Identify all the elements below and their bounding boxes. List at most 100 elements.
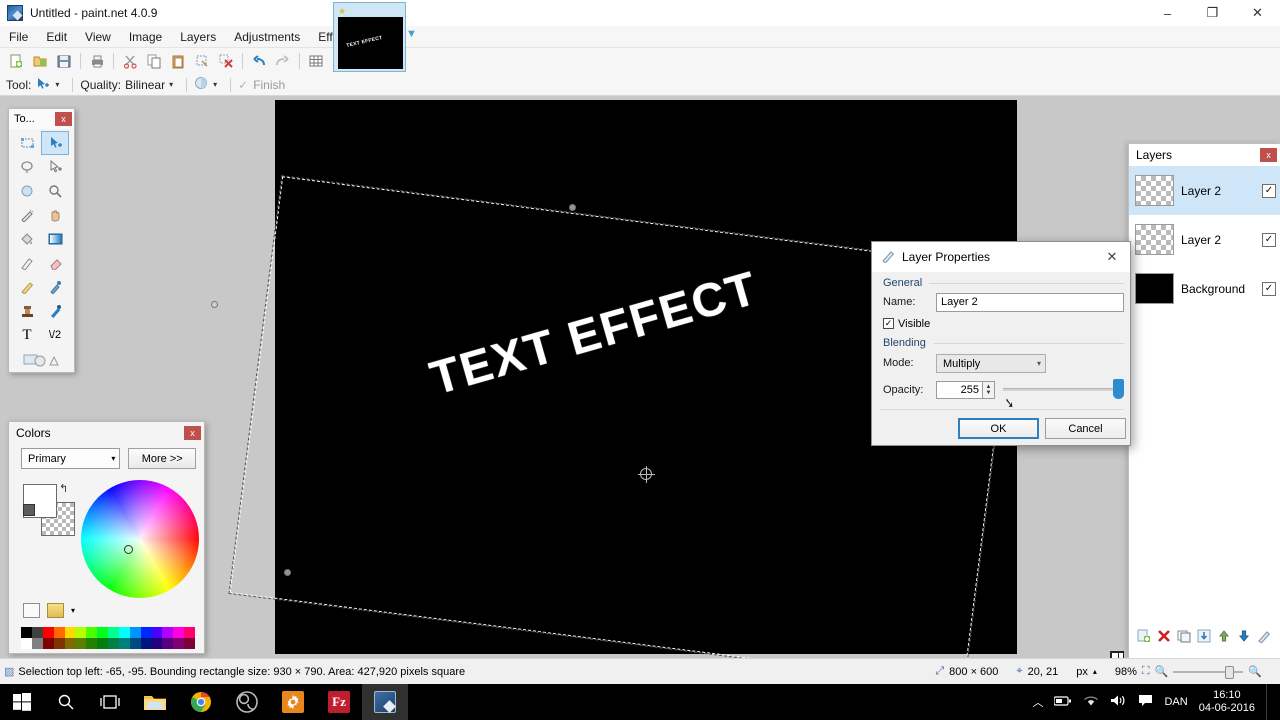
show-desktop-button[interactable] xyxy=(1266,684,1272,720)
visible-checkbox[interactable]: ✓ xyxy=(883,318,894,329)
image-tab[interactable]: ★ TEXT EFFECT xyxy=(333,2,406,72)
palette-swatch[interactable] xyxy=(184,627,195,638)
palette-swatch[interactable] xyxy=(97,638,108,649)
palette-swatch[interactable] xyxy=(140,638,152,649)
undo-icon[interactable] xyxy=(247,50,271,72)
palette-swatch[interactable] xyxy=(129,638,141,649)
zoom-slider-thumb[interactable] xyxy=(1225,665,1235,679)
palette-swatch[interactable] xyxy=(64,627,76,638)
save-icon[interactable] xyxy=(52,50,76,72)
rectangle-select-tool[interactable] xyxy=(13,131,41,155)
visible-label[interactable]: Visible xyxy=(898,318,930,330)
palette-swatch[interactable] xyxy=(86,638,98,649)
pan-tool[interactable] xyxy=(41,203,69,227)
minimize-button[interactable]: – xyxy=(1145,0,1190,26)
move-selected-pixels-tool[interactable] xyxy=(41,131,69,155)
paintnet-taskbar-icon[interactable] xyxy=(362,684,408,720)
line-curve-tool[interactable]: \/2 xyxy=(41,323,69,347)
lasso-select-tool[interactable] xyxy=(13,155,41,179)
menu-edit[interactable]: Edit xyxy=(37,27,76,47)
selection-handle-left[interactable] xyxy=(211,301,218,308)
copy-icon[interactable] xyxy=(142,50,166,72)
palette-swatch[interactable] xyxy=(53,638,65,649)
opacity-slider-thumb[interactable] xyxy=(1113,379,1124,399)
open-palette-icon[interactable] xyxy=(47,603,64,618)
menu-image[interactable]: Image xyxy=(120,27,171,47)
swap-colors-icon[interactable]: ↰ xyxy=(59,482,68,495)
layer-row[interactable]: Layer 2 ✓ xyxy=(1129,166,1280,215)
action-center-icon[interactable] xyxy=(1138,694,1153,710)
palette-swatch[interactable] xyxy=(108,638,119,649)
layer-properties-icon[interactable] xyxy=(1255,628,1272,645)
clone-stamp-tool[interactable] xyxy=(13,299,41,323)
color-wheel-cursor[interactable] xyxy=(124,545,133,554)
crop-to-selection-icon[interactable] xyxy=(190,50,214,72)
recolor-tool[interactable] xyxy=(41,299,69,323)
menu-adjustments[interactable]: Adjustments xyxy=(225,27,309,47)
layer-row[interactable]: Background ✓ xyxy=(1129,264,1280,313)
cut-icon[interactable] xyxy=(118,50,142,72)
tool-dropdown-caret[interactable]: ▾ xyxy=(55,80,59,89)
gradient-tool[interactable] xyxy=(41,227,69,251)
search-icon[interactable] xyxy=(44,684,88,720)
fit-to-window-icon[interactable]: ⛶ xyxy=(1142,665,1150,678)
windows-start-icon[interactable] xyxy=(0,684,44,720)
paint-bucket-tool[interactable] xyxy=(13,227,41,251)
ellipse-select-tool[interactable] xyxy=(13,179,41,203)
redo-icon[interactable] xyxy=(271,50,295,72)
opacity-stepper[interactable]: ▲ ▼ xyxy=(983,381,995,399)
blend-dropdown-caret[interactable]: ▾ xyxy=(213,80,217,89)
move-layer-up-icon[interactable] xyxy=(1215,628,1232,645)
color-picker-tool[interactable] xyxy=(41,275,69,299)
palette-swatch[interactable] xyxy=(162,638,174,649)
reset-colors-icon[interactable] xyxy=(23,504,35,516)
palette-swatch[interactable] xyxy=(21,627,32,638)
add-new-layer-icon[interactable] xyxy=(1135,628,1152,645)
palette-swatch[interactable] xyxy=(75,638,87,649)
tools-panel-close-button[interactable]: x xyxy=(55,112,72,126)
move-selection-tool[interactable] xyxy=(41,155,69,179)
paintbrush-tool[interactable] xyxy=(13,251,41,275)
palette-swatch[interactable] xyxy=(151,627,163,638)
duplicate-layer-icon[interactable] xyxy=(1175,628,1192,645)
menu-layers[interactable]: Layers xyxy=(171,27,225,47)
palette-swatch[interactable] xyxy=(173,627,185,638)
quality-dropdown-caret[interactable]: ▾ xyxy=(169,80,173,89)
chevron-down-icon[interactable]: ▾ xyxy=(71,606,75,615)
cancel-button[interactable]: Cancel xyxy=(1045,418,1126,439)
palette-swatch[interactable] xyxy=(118,627,130,638)
color-target-select[interactable]: Primary ▾ xyxy=(21,448,121,469)
palette-swatch[interactable] xyxy=(53,627,65,638)
zoom-tool[interactable] xyxy=(41,179,69,203)
new-icon[interactable] xyxy=(4,50,28,72)
close-button[interactable]: ✕ xyxy=(1235,0,1280,26)
palette-swatch[interactable] xyxy=(42,638,54,649)
paste-icon[interactable] xyxy=(166,50,190,72)
layer-name-input[interactable]: Layer 2 xyxy=(936,293,1124,312)
palette-swatch[interactable] xyxy=(184,638,195,649)
magic-wand-tool[interactable] xyxy=(13,203,41,227)
palette-swatch[interactable] xyxy=(173,638,185,649)
move-layer-down-icon[interactable] xyxy=(1235,628,1252,645)
open-icon[interactable] xyxy=(28,50,52,72)
chevron-down-icon[interactable]: ▼ xyxy=(406,28,417,40)
battery-icon[interactable] xyxy=(1053,695,1072,710)
shapes-tool[interactable] xyxy=(13,347,69,371)
volume-icon[interactable] xyxy=(1110,694,1127,710)
opacity-input[interactable]: 255 xyxy=(936,381,983,399)
palette-swatch[interactable] xyxy=(108,627,119,638)
palette-swatch[interactable] xyxy=(42,627,54,638)
palette-swatch[interactable] xyxy=(21,638,32,649)
eraser-tool[interactable] xyxy=(41,251,69,275)
palette-swatch[interactable] xyxy=(31,638,43,649)
print-icon[interactable] xyxy=(85,50,109,72)
color-wheel[interactable] xyxy=(81,480,199,598)
palette-swatch[interactable] xyxy=(31,627,43,638)
layer-row[interactable]: Layer 2 ✓ xyxy=(1129,215,1280,264)
layer-visibility-checkbox[interactable]: ✓ xyxy=(1262,281,1276,296)
settings-gear-icon[interactable] xyxy=(270,684,316,720)
obs-studio-icon[interactable] xyxy=(224,684,270,720)
add-palette-color-icon[interactable] xyxy=(23,603,40,618)
dialog-close-button[interactable]: ✕ xyxy=(1098,243,1126,271)
menu-view[interactable]: View xyxy=(76,27,120,47)
